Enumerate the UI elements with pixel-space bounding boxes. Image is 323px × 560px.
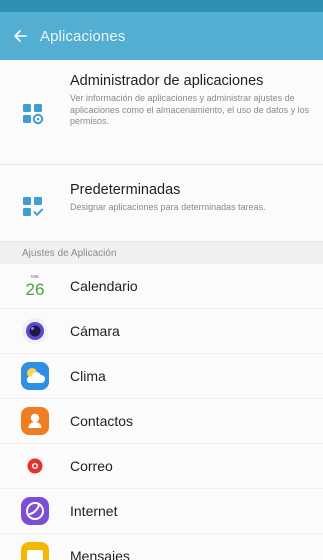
status-bar [0, 0, 323, 12]
email-icon [20, 451, 50, 481]
app-label-email: Correo [70, 458, 113, 474]
app-bar: Aplicaciones [0, 12, 323, 60]
app-label-contacts: Contactos [70, 413, 134, 429]
app-label-camera: Cámara [70, 323, 120, 339]
messages-icon [20, 541, 50, 560]
default-apps-title: Predeterminadas [70, 182, 181, 198]
contacts-icon [20, 406, 50, 436]
svg-text:MIE: MIE [31, 274, 39, 279]
app-row-internet[interactable]: Internet [0, 489, 323, 534]
arrow-left-icon [13, 29, 27, 43]
back-button[interactable] [0, 12, 40, 60]
app-label-weather: Clima [70, 368, 106, 384]
camera-icon [20, 316, 50, 346]
app-list: MIE 26 Calendario Cámara Clima Contactos… [0, 264, 323, 560]
app-manager-item[interactable]: Administrador de aplicaciones Ver inform… [0, 60, 323, 165]
app-manager-description: Ver información de aplicaciones y admini… [70, 93, 310, 126]
app-label-messages: Mensajes [70, 548, 130, 560]
default-apps-item[interactable]: Predeterminadas Designar aplicaciones pa… [0, 165, 323, 242]
weather-icon [20, 361, 50, 391]
app-row-calendar[interactable]: MIE 26 Calendario [0, 264, 323, 309]
default-apps-icon [22, 196, 44, 218]
app-manager-icon [22, 103, 44, 125]
screen: Aplicaciones Administrador de aplicacion… [0, 0, 323, 560]
default-apps-description: Designar aplicaciones para determinadas … [70, 202, 266, 212]
app-row-email[interactable]: Correo [0, 444, 323, 489]
app-row-contacts[interactable]: Contactos [0, 399, 323, 444]
app-label-calendar: Calendario [70, 278, 138, 294]
page-title: Aplicaciones [40, 27, 126, 45]
section-header: Ajustes de Aplicación [0, 242, 323, 264]
calendar-icon: MIE 26 [20, 271, 50, 301]
svg-text:26: 26 [26, 280, 45, 299]
app-row-messages[interactable]: Mensajes [0, 534, 323, 560]
settings-content: Administrador de aplicaciones Ver inform… [0, 60, 323, 560]
app-label-internet: Internet [70, 503, 118, 519]
internet-icon [20, 496, 50, 526]
app-row-weather[interactable]: Clima [0, 354, 323, 399]
app-row-camera[interactable]: Cámara [0, 309, 323, 354]
app-manager-title: Administrador de aplicaciones [70, 73, 264, 89]
